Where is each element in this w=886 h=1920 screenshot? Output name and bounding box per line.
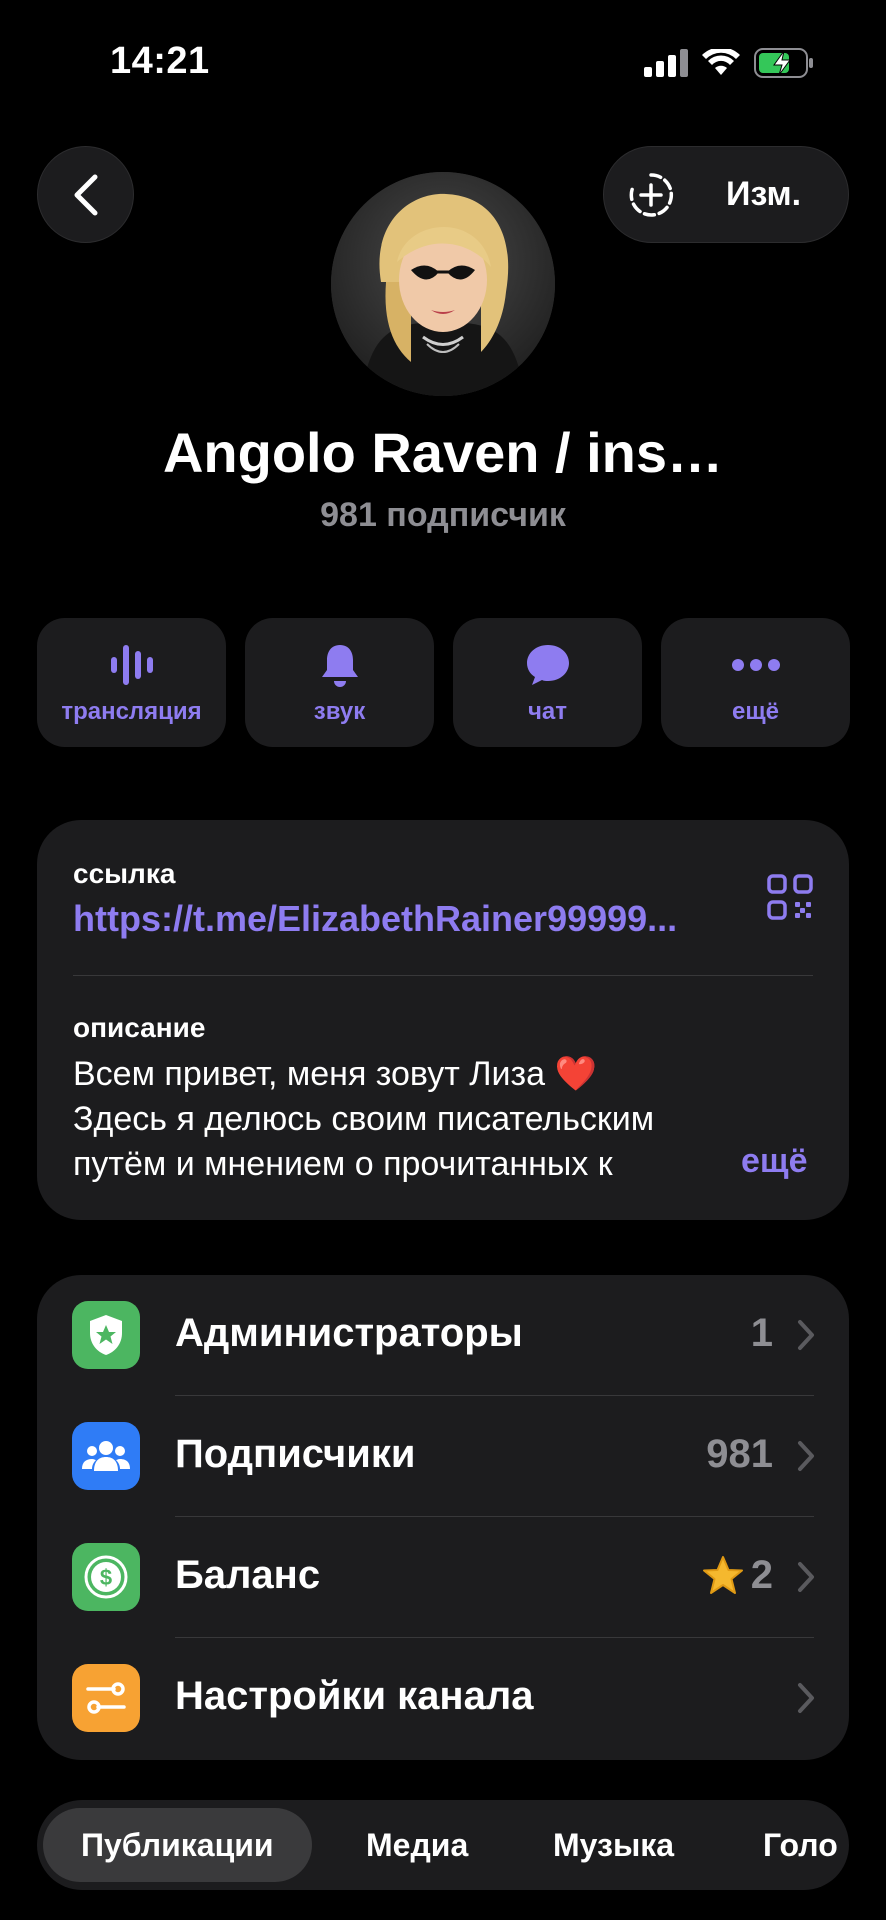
- star-icon: [702, 1555, 743, 1594]
- status-icons: [644, 48, 814, 78]
- info-card: ссылка https://t.me/ElizabethRainer99999…: [37, 820, 849, 1220]
- edit-button[interactable]: Изм.: [603, 146, 849, 243]
- tab-posts[interactable]: Публикации: [43, 1808, 312, 1882]
- menu-item-label: Администраторы: [175, 1311, 523, 1355]
- shield-star-icon: [72, 1301, 140, 1369]
- channel-menu: Администраторы 1 Подписчики 981 $ Баланс…: [37, 1275, 849, 1760]
- action-label: звук: [313, 697, 366, 725]
- channel-name: Angolo Raven / ins…: [162, 421, 724, 484]
- more-dots-icon: [731, 658, 780, 671]
- sound-button[interactable]: звук: [245, 618, 434, 747]
- edit-label: Изм.: [726, 175, 802, 213]
- more-button[interactable]: ещё: [661, 618, 850, 747]
- qr-code-icon[interactable]: [767, 874, 813, 925]
- channel-link[interactable]: https://t.me/ElizabethRainer99999...: [73, 898, 753, 940]
- description-label: описание: [73, 1012, 206, 1043]
- chevron-right-icon: [798, 1320, 814, 1350]
- action-label: трансляция: [61, 697, 202, 725]
- waveform-icon: [110, 644, 153, 685]
- cellular-signal-icon: [644, 49, 688, 77]
- menu-item-subscribers[interactable]: Подписчики 981: [37, 1396, 849, 1517]
- menu-item-admins[interactable]: Администраторы 1: [37, 1275, 849, 1396]
- chat-bubble-icon: [526, 644, 569, 685]
- chevron-right-icon: [798, 1562, 814, 1592]
- channel-description: Всем привет, меня зовут Лиза ❤️ Здесь я …: [73, 1052, 813, 1187]
- description-line: путём и мнением о прочитанных к: [73, 1145, 613, 1183]
- menu-item-value: 981: [706, 1432, 773, 1476]
- description-line: Здесь я делюсь своим писательским: [73, 1100, 655, 1138]
- tab-music[interactable]: Музыка: [553, 1808, 674, 1882]
- bell-icon: [321, 644, 358, 687]
- avatar-illustration: [331, 172, 555, 396]
- back-button[interactable]: [37, 146, 134, 243]
- dollar-icon: $: [72, 1543, 140, 1611]
- live-stream-button[interactable]: трансляция: [37, 618, 226, 747]
- content-tabs: Публикации Медиа Музыка Голо: [37, 1800, 849, 1890]
- link-label: ссылка: [73, 858, 176, 889]
- tab-media[interactable]: Медиа: [366, 1808, 468, 1882]
- chat-button[interactable]: чат: [453, 618, 642, 747]
- action-label: ещё: [732, 697, 779, 725]
- action-label: чат: [527, 697, 568, 725]
- wifi-icon: [702, 49, 740, 75]
- menu-item-channel-settings[interactable]: Настройки канала: [37, 1638, 849, 1759]
- people-icon: [72, 1422, 140, 1490]
- settings-sliders-icon: [72, 1664, 140, 1732]
- menu-item-value: 1: [750, 1311, 773, 1355]
- menu-item-value: 2: [701, 1553, 773, 1598]
- tab-voice[interactable]: Голо: [763, 1808, 838, 1882]
- add-story-icon: [629, 172, 674, 217]
- svg-text:$: $: [100, 1565, 112, 1590]
- menu-item-balance[interactable]: $ Баланс 2: [37, 1517, 849, 1638]
- channel-avatar[interactable]: [331, 172, 555, 396]
- battery-charging-icon: [754, 48, 813, 78]
- chevron-left-icon: [74, 174, 97, 215]
- info-divider: [73, 975, 813, 976]
- subscriber-count: 981 подписчик: [320, 496, 566, 534]
- chevron-right-icon: [798, 1441, 814, 1471]
- menu-item-label: Настройки канала: [175, 1674, 534, 1718]
- menu-item-label: Подписчики: [175, 1432, 416, 1476]
- description-more-link[interactable]: ещё: [741, 1142, 808, 1181]
- description-line: Всем привет, меня зовут Лиза ❤️: [73, 1055, 597, 1093]
- status-time: 14:21: [110, 40, 210, 82]
- menu-item-label: Баланс: [175, 1553, 321, 1597]
- chevron-right-icon: [798, 1683, 814, 1713]
